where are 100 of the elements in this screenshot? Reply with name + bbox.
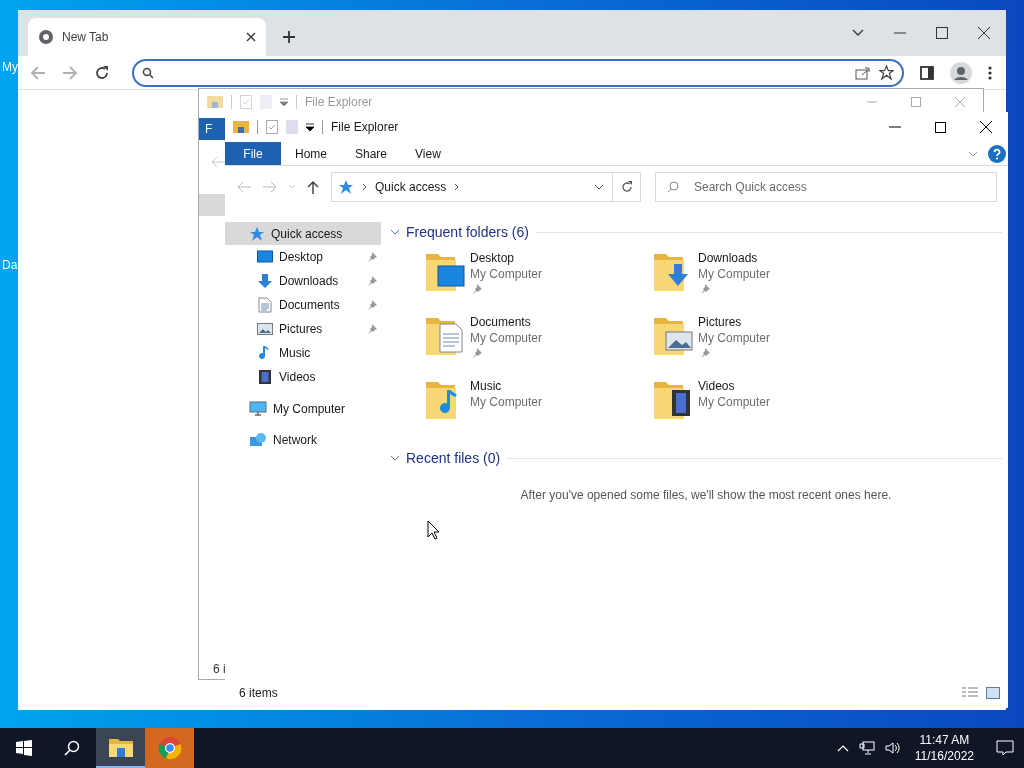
bookmark-star-icon[interactable] xyxy=(879,65,894,80)
folder-tile[interactable]: Videos My Computer xyxy=(652,378,852,442)
pointer-icon xyxy=(427,520,440,540)
nav-label: Music xyxy=(279,345,312,362)
folder-location: My Computer xyxy=(698,330,771,346)
folder-tile[interactable]: Documents My Computer xyxy=(424,314,624,378)
folder-location: My Computer xyxy=(698,394,771,410)
folder-name: Videos xyxy=(698,378,736,394)
network-icon[interactable] xyxy=(858,741,875,755)
chrome-icon xyxy=(157,736,182,760)
nav-item[interactable]: Documents xyxy=(225,293,381,317)
notification-icon[interactable] xyxy=(996,740,1014,756)
close-icon[interactable] xyxy=(246,32,256,42)
picture-icon xyxy=(257,322,273,336)
star-icon xyxy=(338,179,354,195)
folder-location: My Computer xyxy=(470,330,543,346)
tab-title: New Tab xyxy=(62,29,110,46)
chrome-icon xyxy=(38,29,54,45)
nav-item[interactable]: Videos xyxy=(225,365,381,389)
properties-icon xyxy=(240,95,252,109)
folder-location: My Computer xyxy=(470,266,543,282)
chevron-icon[interactable] xyxy=(390,453,400,463)
speaker-icon[interactable] xyxy=(884,741,901,755)
nav-item[interactable]: Network xyxy=(225,428,381,451)
search-icon xyxy=(142,66,154,79)
nav-item[interactable]: Quick access xyxy=(225,222,381,245)
nav-item[interactable]: Downloads xyxy=(225,269,381,293)
chevron-up-icon[interactable] xyxy=(836,744,849,752)
nav-item[interactable]: My Computer xyxy=(225,397,381,420)
folder-tile[interactable]: Pictures My Computer xyxy=(652,314,852,378)
network-icon xyxy=(249,431,267,448)
new-tab-icon[interactable] xyxy=(282,30,296,44)
nav-label: Documents xyxy=(279,297,341,314)
nav-item[interactable]: Pictures xyxy=(225,317,381,341)
window-title: File Explorer xyxy=(305,94,373,111)
folder-name: Music xyxy=(470,378,503,394)
share-icon[interactable] xyxy=(855,65,871,80)
chevron-down-icon[interactable] xyxy=(852,29,864,37)
taskbar-app[interactable] xyxy=(96,728,145,768)
folder-location: My Computer xyxy=(470,394,543,410)
close-icon[interactable] xyxy=(980,121,992,133)
nav-item[interactable]: Music xyxy=(225,341,381,365)
address-bar[interactable] xyxy=(132,58,904,87)
chevron-down-icon[interactable] xyxy=(594,184,604,190)
time-text: 11:47 AM xyxy=(919,732,970,748)
separator-icon xyxy=(362,183,367,191)
download-icon xyxy=(257,273,273,289)
folder-name: Desktop xyxy=(470,250,516,266)
large-icons-view-icon[interactable] xyxy=(986,687,1000,699)
status-text: 6 items xyxy=(239,685,279,702)
dropdown-icon[interactable] xyxy=(306,123,314,131)
section-header[interactable]: Frequent folders (6) xyxy=(406,221,529,243)
up-icon[interactable] xyxy=(307,180,319,194)
status-text: 6 i xyxy=(213,661,226,678)
ribbon-tab[interactable]: Home xyxy=(281,142,341,165)
side-panel-icon[interactable] xyxy=(920,65,934,80)
ribbon-tab[interactable]: Share xyxy=(341,142,402,165)
folder-name: Pictures xyxy=(698,314,743,330)
clock[interactable]: 11:47 AM 11/16/2022 xyxy=(910,732,978,764)
date-text: 11/16/2022 xyxy=(914,748,974,764)
nav-label: Quick access xyxy=(271,225,343,243)
maximize-icon[interactable] xyxy=(935,121,946,133)
nav-item-highlight xyxy=(199,194,226,216)
nav-label: Videos xyxy=(279,369,317,386)
maximize-icon[interactable] xyxy=(936,27,948,39)
nav-label: My Computer xyxy=(273,400,346,418)
address-bar[interactable]: Quick access xyxy=(331,172,641,202)
folder-tile[interactable]: Downloads My Computer xyxy=(652,250,852,314)
star-icon xyxy=(249,225,265,242)
empty-message: After you've opened some files, we'll show the most recent ones here. xyxy=(520,487,892,504)
search-icon xyxy=(64,740,80,756)
breadcrumb-item[interactable]: Quick access xyxy=(375,178,447,196)
help-icon[interactable] xyxy=(988,144,1006,163)
more-icon[interactable] xyxy=(988,65,992,80)
nav-item[interactable]: Desktop xyxy=(225,245,381,269)
profile-icon[interactable] xyxy=(950,61,972,84)
ribbon-tab[interactable]: View xyxy=(401,142,455,165)
nav-label: Desktop xyxy=(279,249,325,266)
folder-icon xyxy=(207,95,223,109)
reload-icon[interactable] xyxy=(94,64,110,81)
chevron-icon[interactable] xyxy=(390,227,400,237)
folder-name: Downloads xyxy=(698,250,759,266)
section-header[interactable]: Recent files (0) xyxy=(406,447,501,469)
browser-tab[interactable]: New Tab xyxy=(28,18,266,56)
folder-tile[interactable]: Music My Computer xyxy=(424,378,624,442)
folder-tile[interactable]: Desktop My Computer xyxy=(424,250,624,314)
search-icon xyxy=(667,181,679,193)
ribbon-tab[interactable]: F xyxy=(199,118,225,140)
document-icon xyxy=(258,297,272,313)
ribbon-tab[interactable]: File xyxy=(225,142,281,165)
dropdown-icon xyxy=(280,98,288,106)
refresh-icon xyxy=(620,181,633,193)
music-note-icon xyxy=(258,345,272,361)
windows-icon xyxy=(16,740,32,756)
search-field[interactable]: Search Quick access xyxy=(655,172,997,202)
close-icon[interactable] xyxy=(978,27,990,39)
folder-icon xyxy=(233,120,249,134)
nav-label: Downloads xyxy=(279,273,340,290)
film-icon xyxy=(258,369,272,385)
separator-icon xyxy=(454,183,460,191)
